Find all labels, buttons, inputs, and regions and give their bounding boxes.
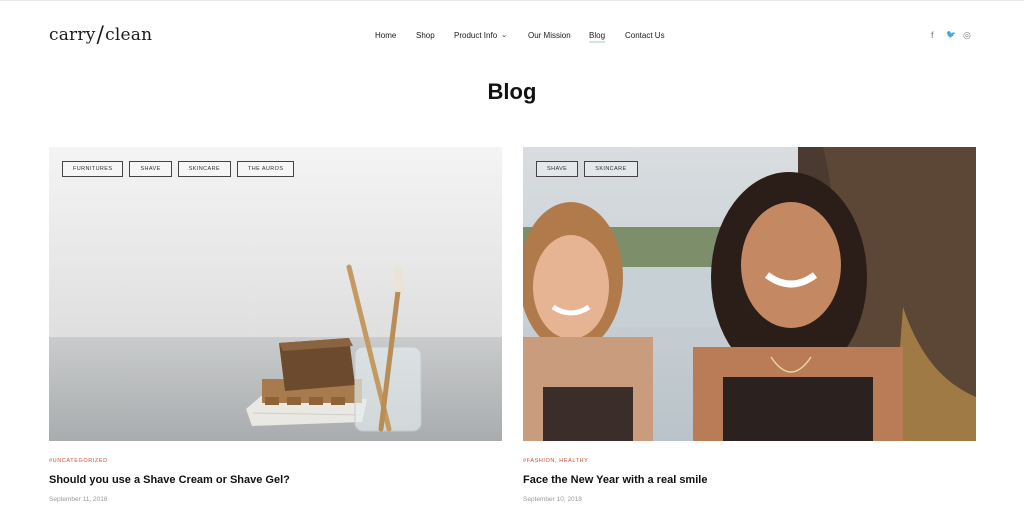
tag[interactable]: SKINCARE	[177, 161, 232, 177]
post-date: September 11, 2018	[49, 496, 108, 503]
nav-label: Shop	[416, 31, 435, 40]
active-indicator	[589, 41, 606, 43]
tag-list: FURNITURES SHAVE SKINCARE THE AUROS	[62, 161, 295, 177]
nav-item-shop[interactable]: Shop	[416, 31, 435, 40]
tag[interactable]: SHAVE	[536, 161, 579, 177]
post-image-toothbrush-soap[interactable]: FURNITURES SHAVE SKINCARE THE AUROS	[49, 147, 502, 441]
tag[interactable]: SKINCARE	[584, 161, 638, 177]
nav-item-blog[interactable]: Blog	[589, 31, 606, 43]
nav-label: Home	[375, 31, 397, 40]
chevron-down-icon: ⌄	[501, 32, 508, 39]
tag[interactable]: THE AUROS	[237, 161, 295, 177]
nav-item-our-mission[interactable]: Our Mission	[528, 31, 571, 40]
tag[interactable]: SHAVE	[129, 161, 172, 177]
nav-item-contact-us[interactable]: Contact Us	[625, 31, 665, 40]
nav-label: Product Info	[454, 31, 498, 40]
post-title[interactable]: Face the New Year with a real smile	[523, 474, 707, 486]
post-category[interactable]: #UNCATEGORIZED	[49, 458, 108, 464]
nav-item-product-info[interactable]: Product Info ⌄	[454, 31, 507, 40]
nav-label: Blog	[589, 31, 606, 40]
nav-label: Contact Us	[625, 31, 665, 40]
post-image-illustration	[523, 147, 976, 441]
post-category[interactable]: #FASHION, HEALTHY	[523, 458, 588, 464]
post-date: September 10, 2018	[523, 496, 582, 503]
top-border	[0, 0, 1024, 1]
page-title: Blog	[487, 79, 537, 104]
post-title[interactable]: Should you use a Shave Cream or Shave Ge…	[49, 474, 290, 486]
facebook-icon[interactable]: f	[931, 30, 934, 40]
main-nav: Home Shop Product Info ⌄ Our Mission Blog…	[0, 31, 1024, 43]
social-links: f 🐦 ◎	[929, 30, 975, 42]
tag[interactable]: FURNITURES	[62, 161, 124, 177]
instagram-icon[interactable]: ◎	[963, 30, 971, 41]
nav-item-home[interactable]: Home	[375, 31, 396, 40]
blog-post-card: SHAVE SKINCARE #FASHION, HEALTHY Face th…	[523, 147, 976, 503]
nav-label: Our Mission	[528, 31, 571, 40]
post-image-smiling-women[interactable]: SHAVE SKINCARE	[523, 147, 976, 441]
twitter-icon[interactable]: 🐦	[946, 30, 956, 39]
tag-list: SHAVE SKINCARE	[536, 161, 638, 177]
blog-post-card: FURNITURES SHAVE SKINCARE THE AUROS #UNC…	[49, 147, 502, 503]
post-image-illustration	[49, 147, 502, 441]
